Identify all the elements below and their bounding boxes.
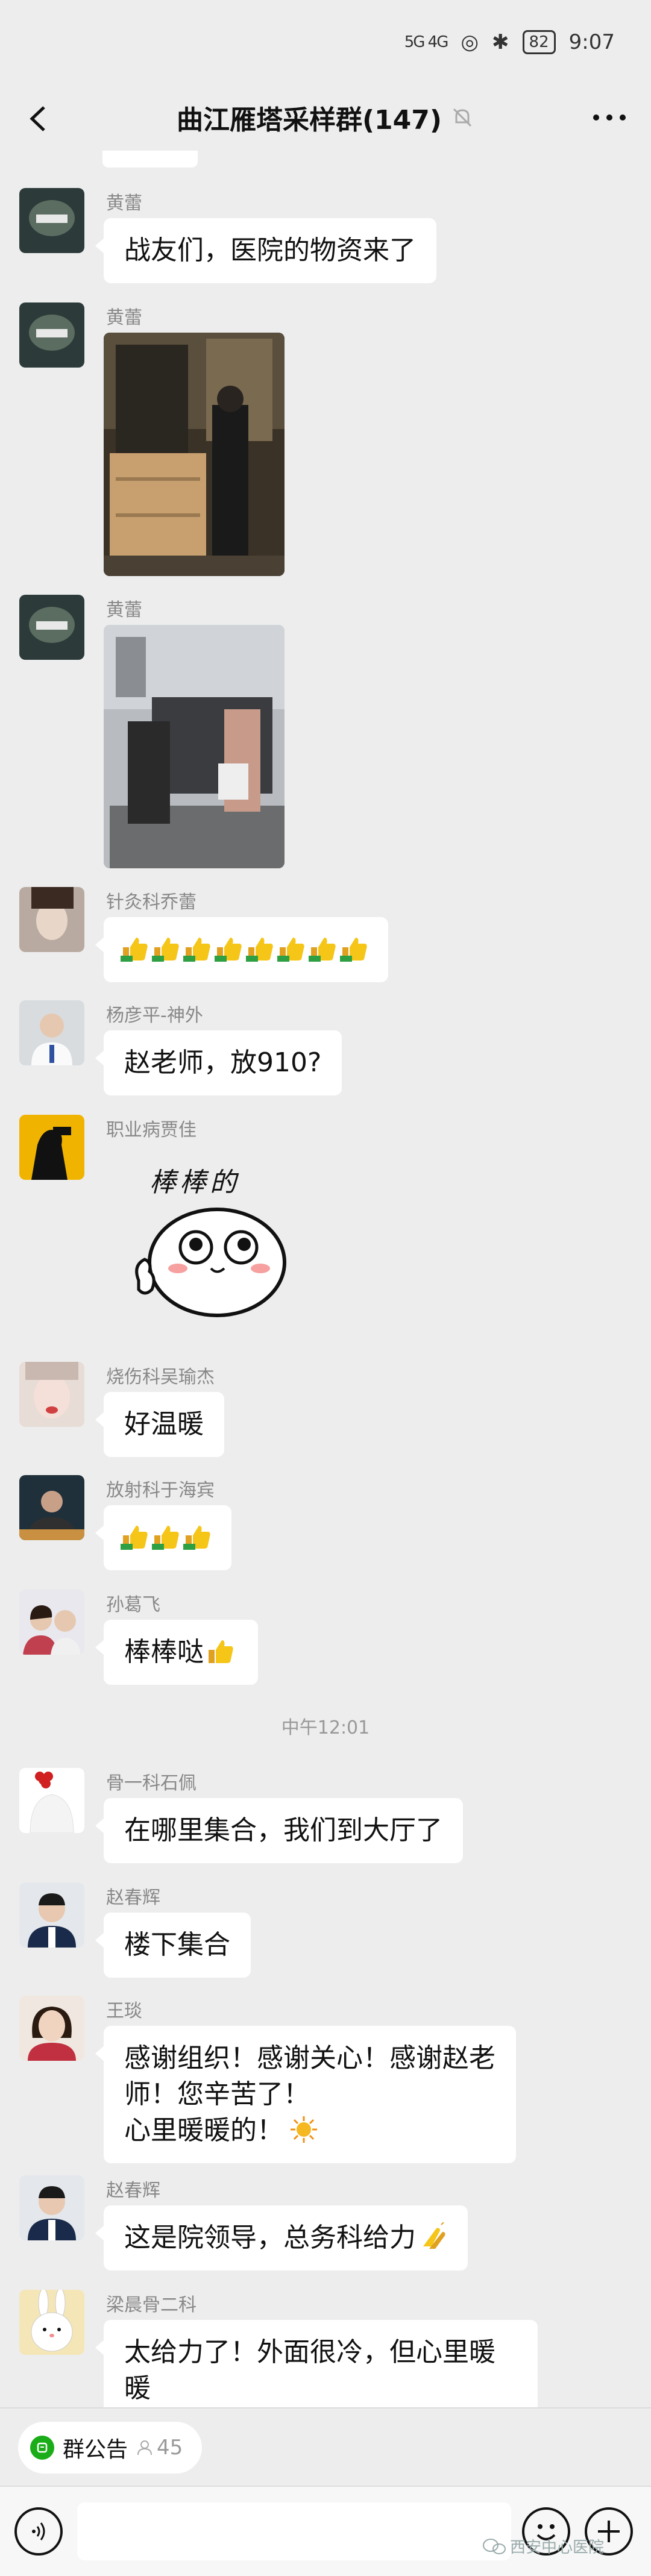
- thumbs-up-emoji: [246, 934, 275, 963]
- avatar[interactable]: [19, 595, 84, 660]
- message-bubble[interactable]: 感谢组织！感谢关心！感谢赵老 师！您辛苦了！ 心里暖暖的！: [95, 2026, 516, 2163]
- message-bubble[interactable]: 赵老师，放910?: [95, 1030, 342, 1095]
- thumbs-up-emoji: [340, 934, 369, 963]
- battery-indicator: 82: [522, 30, 556, 54]
- person-icon: [137, 2440, 153, 2455]
- avatar[interactable]: [19, 1590, 84, 1655]
- voice-input-button[interactable]: [14, 2507, 63, 2556]
- sender-name: 烧伤科吴瑜杰: [106, 1367, 215, 1388]
- message-input-bar: 西安中心医院: [0, 2486, 651, 2576]
- avatar[interactable]: [19, 1882, 84, 1948]
- timestamp-separator: 中午12:01: [281, 1717, 370, 1738]
- sender-name: 孙葛飞: [106, 1594, 160, 1615]
- message-text: 这是院领导，总务科给力: [124, 2222, 416, 2253]
- watermark: 西安中心医院: [482, 2535, 604, 2557]
- avatar[interactable]: [19, 2290, 84, 2355]
- notice-count: 45: [136, 2436, 183, 2460]
- status-bar: 5G 4G ◎ ✱ 82 9:07: [0, 0, 651, 84]
- notice-icon: [30, 2436, 54, 2460]
- message-bubble[interactable]: 战友们，医院的物资来了: [95, 218, 436, 283]
- thumbs-up-emoji: [206, 1637, 235, 1666]
- thumbs-up-emoji: [183, 1522, 212, 1551]
- sender-name: 黄蕾: [106, 193, 142, 214]
- bluetooth-icon: ✱: [492, 30, 509, 54]
- sender-name: 王琰: [106, 2001, 142, 2022]
- chat-title: 曲江雁塔采样群(147): [176, 105, 442, 136]
- wechat-icon: [483, 2538, 506, 2554]
- message-line: 感谢组织！感谢关心！感谢赵老: [124, 2043, 495, 2073]
- sender-name: 骨一科石佩: [106, 1773, 197, 1794]
- group-notice-bar: 群公告 45: [0, 2407, 651, 2486]
- sender-name: 放射科于海宾: [106, 1480, 215, 1501]
- message-line: 心里暖暖的！: [124, 2115, 283, 2146]
- previous-message-bubble: [102, 151, 198, 168]
- sticker-face-icon: [135, 1208, 286, 1317]
- chevron-left-icon: [30, 106, 45, 131]
- chat-header: 曲江雁塔采样群(147): [0, 84, 651, 151]
- sticker-message[interactable]: 棒棒的: [121, 1157, 295, 1320]
- sender-name: 杨彦平-神外: [106, 1005, 203, 1026]
- message-bubble[interactable]: 这是院领导，总务科给力: [95, 2205, 468, 2270]
- thumbs-up-emoji: [121, 934, 149, 963]
- avatar[interactable]: [19, 1996, 84, 2061]
- group-notice-button[interactable]: 群公告 45: [18, 2422, 203, 2474]
- sender-name: 针灸科乔蕾: [106, 892, 197, 913]
- avatar[interactable]: [19, 2175, 84, 2240]
- sender-name: 黄蕾: [106, 307, 142, 328]
- watermark-text: 西安中心医院: [510, 2539, 605, 2557]
- avatar[interactable]: [19, 1115, 84, 1180]
- group-notice-label: 群公告: [63, 2437, 128, 2462]
- message-line: 师！您辛苦了！: [124, 2079, 310, 2110]
- more-dots-icon: [593, 114, 626, 121]
- message-bubble[interactable]: 棒棒哒: [95, 1620, 258, 1685]
- avatar[interactable]: [19, 1768, 84, 1833]
- photo-message[interactable]: [104, 625, 285, 868]
- avatar[interactable]: [19, 887, 84, 952]
- thumbs-up-emoji: [277, 934, 306, 963]
- message-bubble[interactable]: [95, 1505, 231, 1570]
- sender-name: 梁晨骨二科: [106, 2295, 197, 2316]
- avatar[interactable]: [19, 1000, 84, 1065]
- sender-name: 赵春辉: [106, 2180, 160, 2201]
- photo-message[interactable]: [104, 333, 285, 576]
- avatar[interactable]: [19, 188, 84, 253]
- message-bubble[interactable]: 在哪里集合，我们到大厅了: [95, 1798, 463, 1863]
- status-time: 9:07: [568, 30, 615, 54]
- avatar[interactable]: [19, 1362, 84, 1427]
- thumbs-up-emoji: [152, 1522, 181, 1551]
- sender-name: 黄蕾: [106, 600, 142, 621]
- thumbs-up-emoji: [152, 934, 181, 963]
- message-text: 棒棒哒: [124, 1637, 204, 1667]
- network-indicator: 5G 4G: [404, 33, 449, 51]
- sun-emoji: [289, 2115, 318, 2144]
- thumbs-up-emoji: [215, 934, 244, 963]
- avatar[interactable]: [19, 302, 84, 368]
- thumbs-up-emoji: [121, 1522, 149, 1551]
- wifi-icon: ◎: [461, 30, 479, 54]
- thumbs-up-emoji: [309, 934, 338, 963]
- chat-message-list[interactable]: 黄蕾 战友们，医院的物资来了 黄蕾 黄蕾 针灸科乔蕾 杨彦平-神外 赵老师，放9…: [0, 151, 651, 2407]
- thumbs-up-emoji: [183, 934, 212, 963]
- message-bubble[interactable]: [95, 917, 388, 982]
- sender-name: 赵春辉: [106, 1887, 160, 1908]
- avatar[interactable]: [19, 1475, 84, 1540]
- message-text-input[interactable]: [77, 2502, 511, 2560]
- back-button[interactable]: [17, 98, 59, 140]
- message-bubble[interactable]: 楼下集合: [95, 1913, 251, 1978]
- clap-emoji: [418, 2222, 447, 2251]
- message-bubble[interactable]: 好温暖: [95, 1392, 224, 1457]
- notice-count-value: 45: [157, 2436, 183, 2460]
- message-line: 太给力了！外面很冷，但心里暖暖: [124, 2337, 495, 2404]
- voice-icon: [32, 2522, 45, 2540]
- sender-name: 职业病贾佳: [106, 1120, 197, 1141]
- message-bubble[interactable]: 太给力了！外面很冷，但心里暖暖 的！: [95, 2320, 538, 2407]
- more-options-button[interactable]: [588, 102, 631, 133]
- mute-bell-icon: [453, 108, 472, 127]
